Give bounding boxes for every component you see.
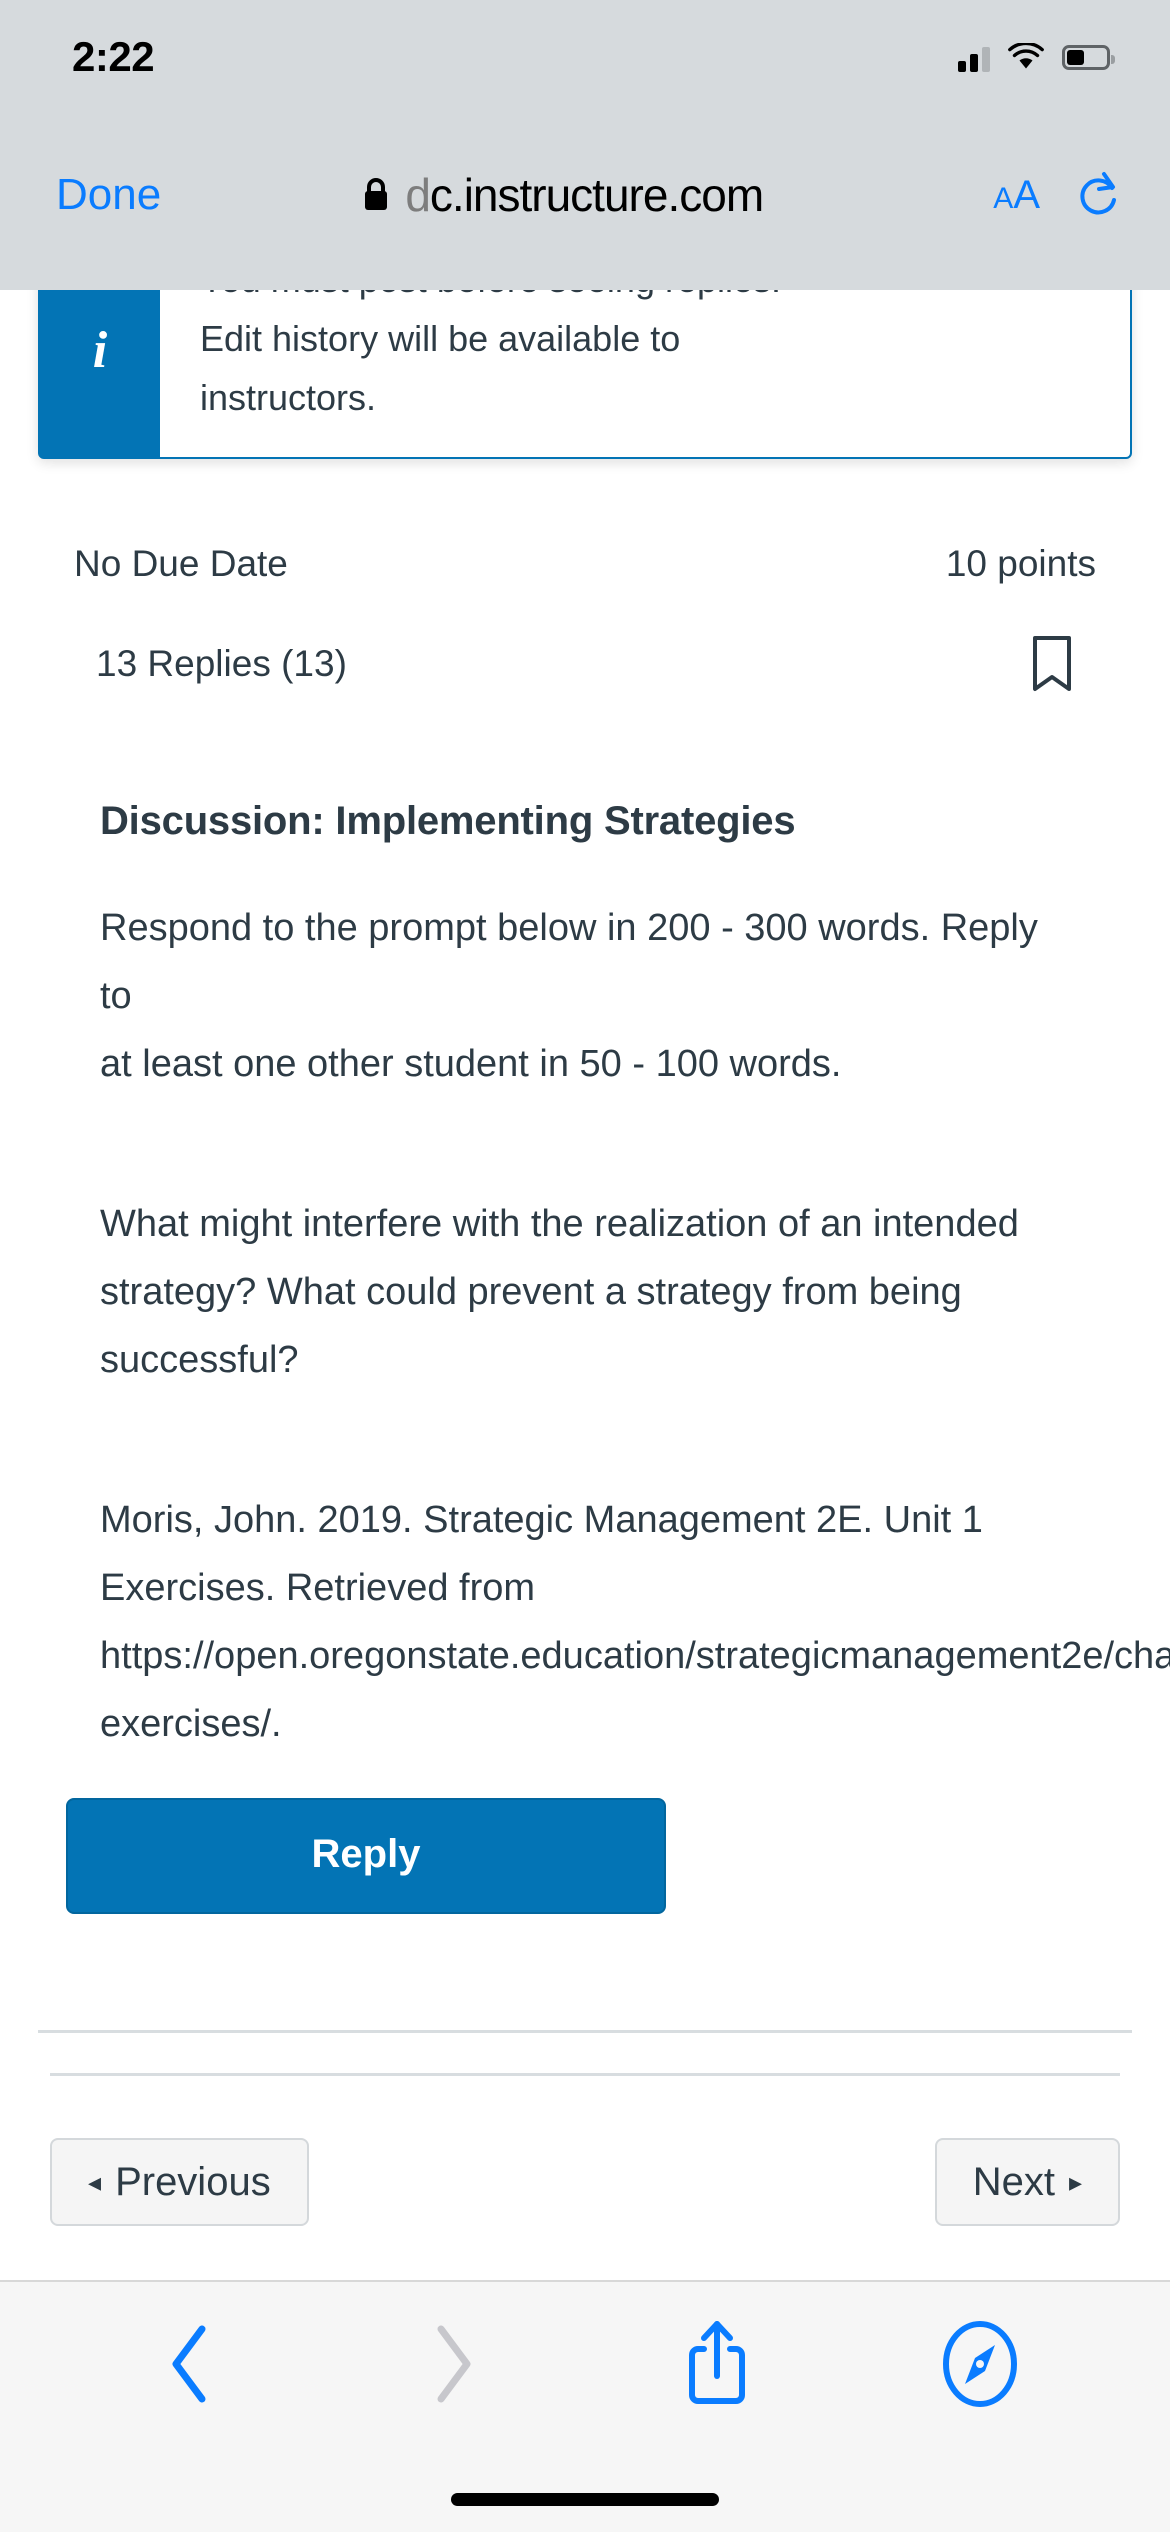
- reload-icon[interactable]: [1074, 170, 1120, 220]
- status-bar-indicators: [958, 42, 1115, 72]
- alert-line-3: instructors.: [200, 377, 377, 418]
- text-size-big-a: A: [1013, 172, 1040, 217]
- safari-bottom-toolbar: [0, 2280, 1170, 2532]
- ios-status-bar: 2:22: [0, 0, 1170, 100]
- share-icon: [688, 2321, 745, 2404]
- info-icon: i: [40, 290, 160, 457]
- safari-address-bar: Done dc.instructure.com AA: [0, 100, 1170, 290]
- home-indicator: [451, 2493, 719, 2506]
- previous-button[interactable]: ◂ Previous: [50, 2138, 309, 2226]
- citation-url: https://open.oregonstate.education/strat…: [100, 1635, 1170, 1677]
- citation-line-2: Exercises. Retrieved from: [100, 1567, 536, 1609]
- citation-line-4: exercises/.: [100, 1703, 282, 1745]
- due-date-label: No Due Date: [74, 543, 288, 584]
- lock-icon: [365, 178, 388, 210]
- due-date-row: No Due Date 10 points: [0, 543, 1170, 585]
- share-button[interactable]: [672, 2318, 762, 2410]
- alert-line-1: You must post before seeing replies.: [200, 290, 1090, 309]
- discussion-paragraph-1: Respond to the prompt below in 200 - 300…: [100, 907, 1038, 1085]
- back-button[interactable]: [145, 2318, 235, 2410]
- url-text: dc.instructure.com: [405, 168, 764, 222]
- back-chevron-icon: [172, 2325, 206, 2403]
- next-button[interactable]: Next ▸: [934, 2138, 1120, 2226]
- bookmark-icon[interactable]: [1030, 635, 1074, 693]
- url-field[interactable]: dc.instructure.com: [131, 168, 993, 222]
- discussion-body: Discussion: Implementing Strategies Resp…: [0, 799, 1170, 1914]
- tabs-button[interactable]: [935, 2318, 1025, 2410]
- previous-caret-icon: ◂: [88, 2167, 102, 2197]
- next-caret-icon: ▸: [1068, 2167, 1082, 2197]
- citation-line-1: Moris, John. 2019. Strategic Management …: [100, 1499, 983, 1541]
- replies-row: 13 Replies (13): [0, 635, 1170, 693]
- discussion-citation: Moris, John. 2019. Strategic Management …: [100, 1486, 1170, 1758]
- url-rest: c.instructure.com: [429, 169, 764, 221]
- next-label: Next: [972, 2160, 1055, 2204]
- safari-compass-icon: [943, 2321, 1018, 2407]
- discussion-title: Discussion: Implementing Strategies: [100, 799, 796, 843]
- alert-message: You must post before seeing replies. Edi…: [160, 290, 1130, 457]
- url-prefix: d: [405, 169, 431, 221]
- info-alert: i You must post before seeing replies. E…: [38, 290, 1132, 459]
- web-page-content: i You must post before seeing replies. E…: [0, 290, 1170, 2290]
- text-size-button[interactable]: AA: [993, 173, 1040, 218]
- points-label: 10 points: [945, 543, 1096, 584]
- discussion-paragraph-2: What might interfere with the realizatio…: [100, 1203, 1019, 1381]
- replies-count: 13 Replies (13): [96, 643, 347, 684]
- forward-chevron-icon: [437, 2325, 471, 2403]
- forward-button[interactable]: [408, 2318, 498, 2410]
- previous-label: Previous: [115, 2160, 271, 2204]
- text-size-small-a: A: [993, 181, 1014, 215]
- battery-icon: [1062, 44, 1115, 70]
- cellular-signal-icon: [958, 42, 990, 72]
- pagination-controls: ◂ Previous Next ▸: [0, 2076, 1170, 2226]
- alert-line-2: Edit history will be available to: [200, 318, 681, 359]
- status-bar-time: 2:22: [72, 33, 155, 80]
- reply-button[interactable]: Reply: [66, 1798, 666, 1914]
- wifi-icon: [1008, 43, 1044, 69]
- divider-top: [38, 2030, 1132, 2033]
